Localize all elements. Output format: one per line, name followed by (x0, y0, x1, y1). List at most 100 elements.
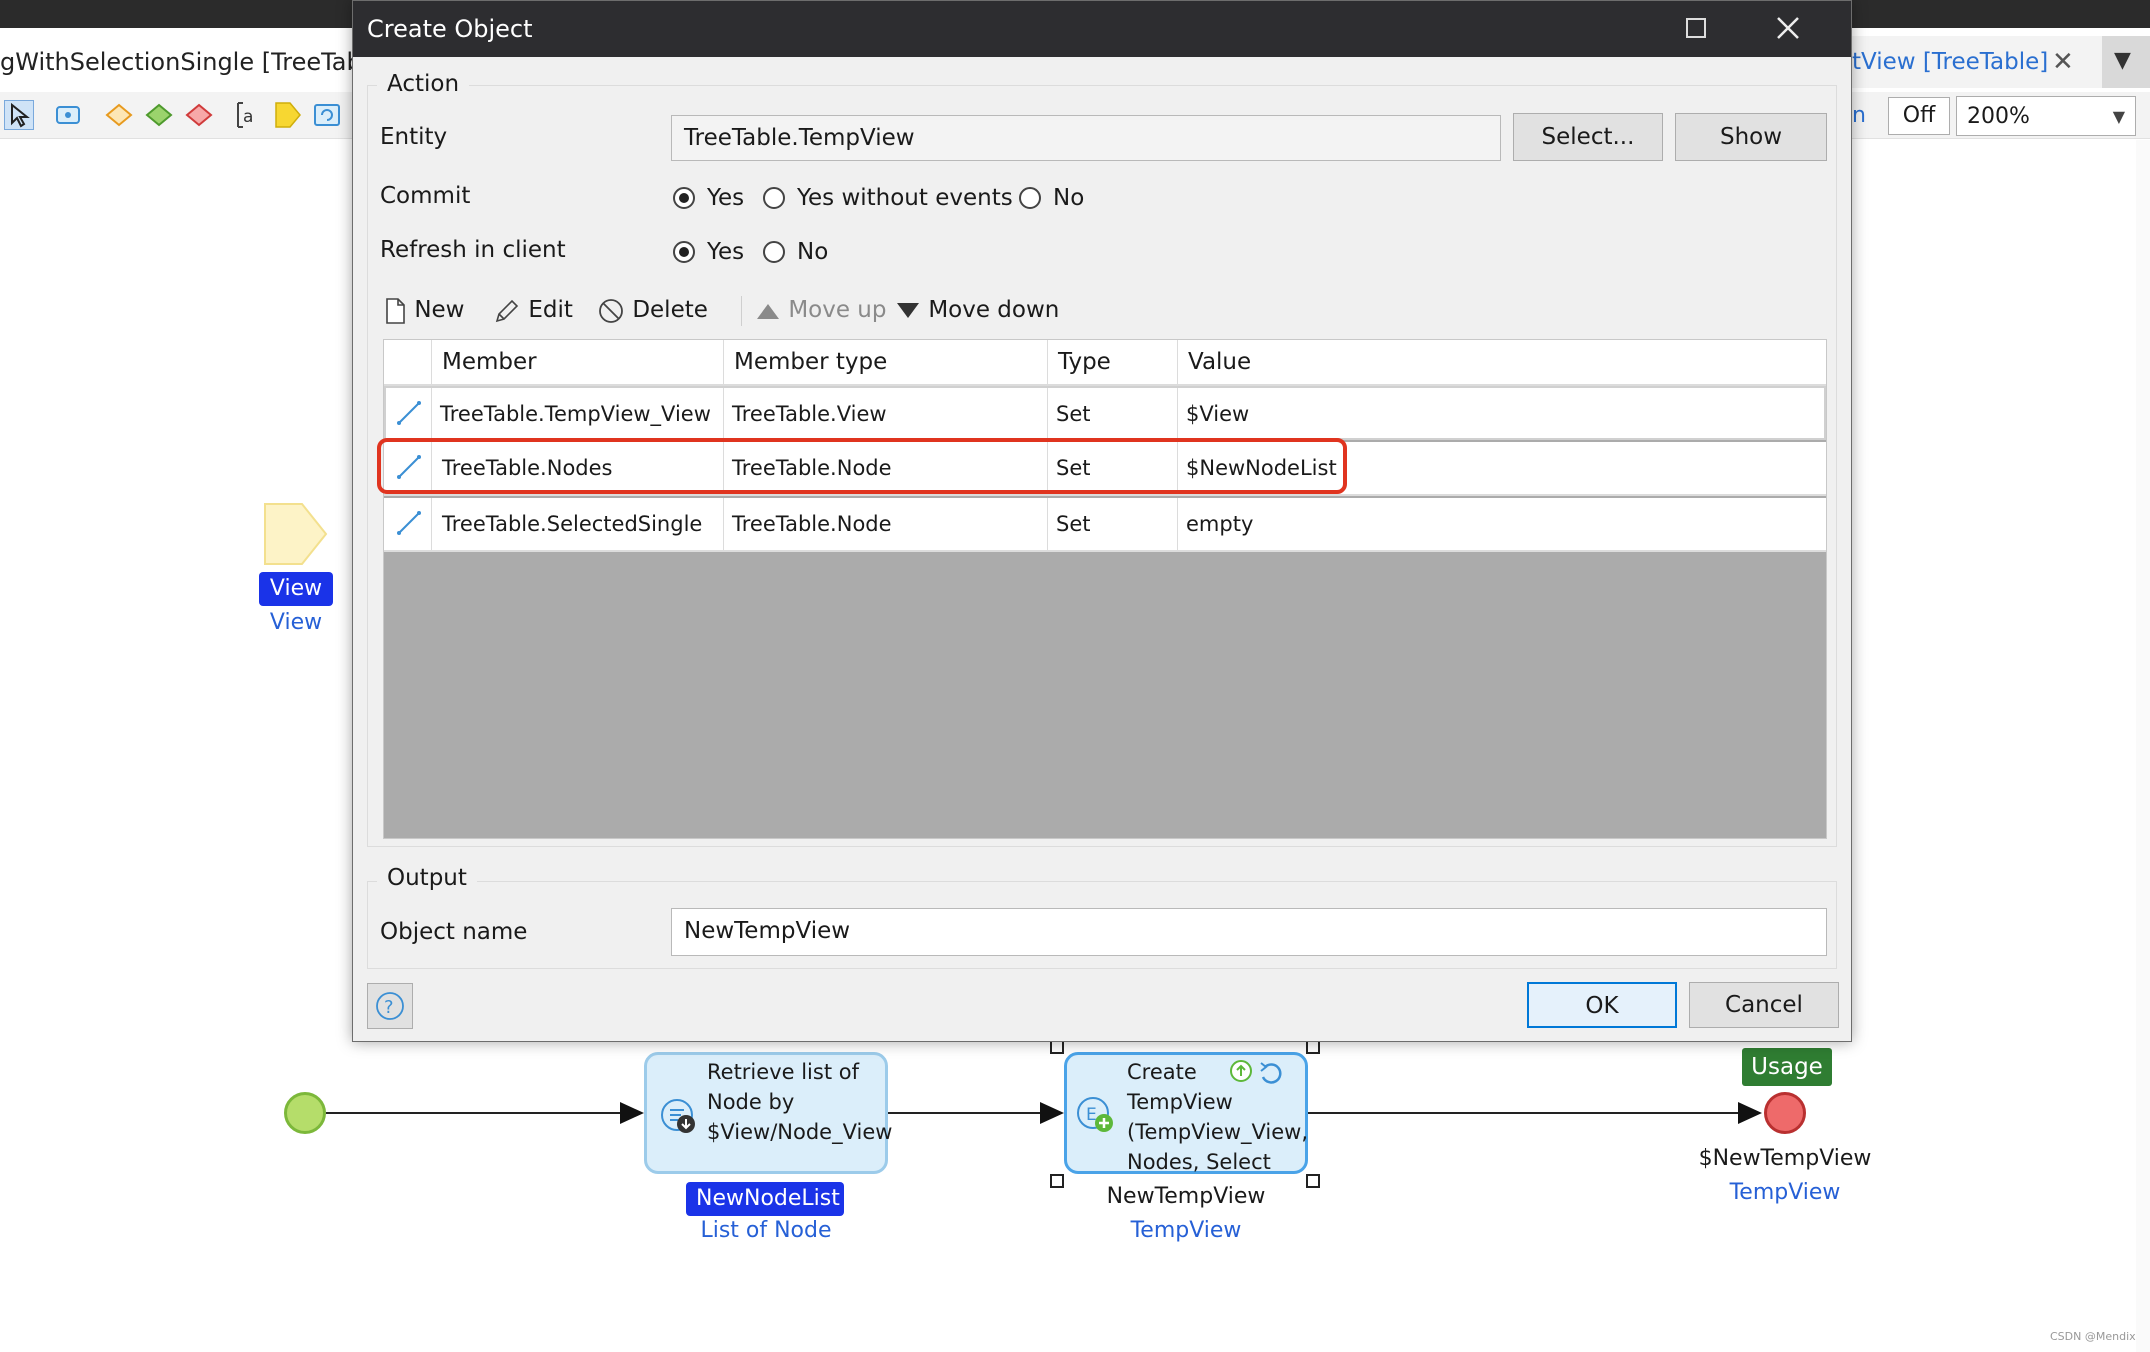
pointer-tool-icon[interactable] (4, 100, 34, 130)
new-member-button[interactable]: New (383, 290, 464, 330)
tab-right-title: tView [TreeTable] (1852, 49, 2049, 75)
create-object-activity[interactable]: E Create TempView (TempView_View, Nodes,… (1064, 1052, 1308, 1174)
header-member-type[interactable]: Member type (724, 340, 1048, 384)
new-member-label: New (414, 297, 465, 323)
commit-without-events-label: Yes without events (797, 184, 1013, 211)
highlight-annotation (377, 438, 1347, 494)
radio-unchecked-icon (763, 240, 785, 263)
move-up-button[interactable]: Move up (755, 290, 886, 330)
split-tool-icon[interactable] (104, 100, 134, 130)
edit-member-button[interactable]: Edit (493, 290, 573, 330)
create-activity-label: Create TempView (TempView_View, Nodes, S… (1127, 1060, 1309, 1174)
commit-without-events-radio[interactable]: Yes without events (763, 182, 1013, 213)
selection-handle[interactable] (1050, 1040, 1064, 1054)
show-entity-button[interactable]: Show (1675, 113, 1827, 161)
chevron-down-icon: ▼ (2114, 48, 2131, 73)
toggle-partial-label: n (1852, 103, 1866, 128)
zoom-value: 200% (1967, 104, 2030, 129)
cell-value: $View (1186, 402, 1250, 426)
selection-handle[interactable] (1306, 1174, 1320, 1188)
flow-arrowhead (620, 1102, 644, 1124)
move-down-label: Move down (928, 297, 1060, 323)
maximize-icon[interactable] (1683, 15, 1709, 41)
toggle-off-button[interactable]: Off (1888, 97, 1950, 135)
close-tab-icon[interactable]: ✕ (2052, 36, 2074, 88)
create-object-dialog: Create Object Action Entity TreeTable.Te… (352, 0, 1852, 1042)
help-button[interactable]: ? (367, 983, 413, 1029)
canvas-scrollbar[interactable] (2136, 140, 2150, 1352)
usage-tag[interactable]: Usage (1742, 1048, 1832, 1086)
loop-tool-icon[interactable] (312, 100, 342, 130)
tab-microflow-right[interactable]: tView [TreeTable] ✕ ▼ (1852, 36, 2150, 88)
commit-no-radio[interactable]: No (1019, 182, 1084, 213)
refresh-no-label: No (797, 238, 829, 265)
end-event[interactable] (1764, 1092, 1806, 1134)
delete-member-label: Delete (632, 297, 708, 323)
selection-handle[interactable] (1306, 1040, 1320, 1054)
action-legend: Action (377, 71, 470, 97)
header-value[interactable]: Value (1178, 340, 1826, 384)
header-type[interactable]: Type (1048, 340, 1178, 384)
entity-value: TreeTable.TempView (684, 125, 915, 151)
close-icon[interactable] (1771, 11, 1805, 45)
merge-tool-icon[interactable] (144, 100, 174, 130)
svg-text:a: a (243, 107, 253, 127)
retrieve-icon (661, 1099, 695, 1133)
parameter-name-tag[interactable]: View (259, 572, 333, 606)
tab-menu-button[interactable]: ▼ (2102, 36, 2150, 88)
error-tool-icon[interactable] (184, 100, 214, 130)
header-member[interactable]: Member (432, 340, 724, 384)
association-icon (386, 388, 432, 440)
retrieve-activity[interactable]: Retrieve list of Node by $View/Node_View (644, 1052, 893, 1174)
svg-text:?: ? (384, 997, 394, 1018)
delete-member-button[interactable]: Delete (597, 290, 708, 330)
retrieve-output-type-link[interactable]: List of Node (676, 1218, 856, 1243)
cell-member: TreeTable.TempView_View (432, 388, 724, 440)
retrieve-output-tag[interactable]: NewNodeList (686, 1182, 844, 1216)
chevron-down-icon: ▼ (2112, 107, 2125, 126)
association-icon (384, 498, 432, 550)
header-icon-column (384, 340, 432, 384)
return-value-label: $NewTempView (1698, 1146, 1872, 1171)
pencil-icon (495, 299, 519, 322)
selection-handle[interactable] (1050, 1174, 1064, 1188)
entity-field[interactable]: TreeTable.TempView (671, 115, 1501, 161)
parameter-tool-icon[interactable] (272, 100, 302, 130)
sequence-flow[interactable] (326, 1112, 622, 1114)
refresh-yes-radio[interactable]: Yes (673, 236, 744, 267)
refresh-yes-label: Yes (707, 238, 745, 265)
object-name-input[interactable]: NewTempView (671, 908, 1827, 956)
watermark: CSDN @Mendix (2050, 1330, 2136, 1343)
triangle-up-icon (757, 303, 779, 319)
create-output-type-link[interactable]: TempView (1086, 1218, 1286, 1243)
annotation-tool-icon[interactable]: a (232, 100, 262, 130)
prohibited-icon (599, 298, 623, 323)
return-type-link[interactable]: TempView (1680, 1180, 1890, 1205)
radio-checked-icon (673, 240, 695, 263)
ok-button[interactable]: OK (1527, 982, 1677, 1028)
activity-tool-icon[interactable] (54, 100, 84, 130)
tab-microflow-left[interactable]: gWithSelectionSingle [TreeTable] (0, 36, 393, 88)
refresh-no-radio[interactable]: No (763, 236, 828, 267)
move-down-button[interactable]: Move down (895, 290, 1059, 330)
parameter-type-link[interactable]: View (259, 610, 333, 635)
commit-no-label: No (1053, 184, 1085, 211)
retrieve-activity-label: Retrieve list of Node by $View/Node_View (707, 1060, 893, 1144)
table-row[interactable]: TreeTable.TempView_View TreeTable.View S… (384, 386, 1826, 440)
triangle-down-icon (897, 302, 919, 318)
create-output-name: NewTempView (1106, 1184, 1266, 1209)
cell-member-type: TreeTable.Node (724, 498, 1048, 550)
select-entity-button[interactable]: Select... (1513, 113, 1663, 161)
cancel-button[interactable]: Cancel (1689, 982, 1839, 1028)
cell-type: Set (1048, 498, 1178, 550)
create-object-icon: E (1077, 1097, 1113, 1132)
table-row[interactable]: TreeTable.SelectedSingle TreeTable.Node … (384, 498, 1826, 552)
zoom-select[interactable]: 200% ▼ (1956, 96, 2136, 136)
parameter-shape[interactable] (262, 502, 328, 565)
start-event[interactable] (284, 1092, 326, 1134)
sequence-flow[interactable] (888, 1112, 1040, 1114)
commit-yes-radio[interactable]: Yes (673, 182, 744, 213)
cell-member-type: TreeTable.View (724, 388, 1048, 440)
sequence-flow[interactable] (1308, 1112, 1740, 1114)
dialog-title: Create Object (367, 15, 533, 43)
